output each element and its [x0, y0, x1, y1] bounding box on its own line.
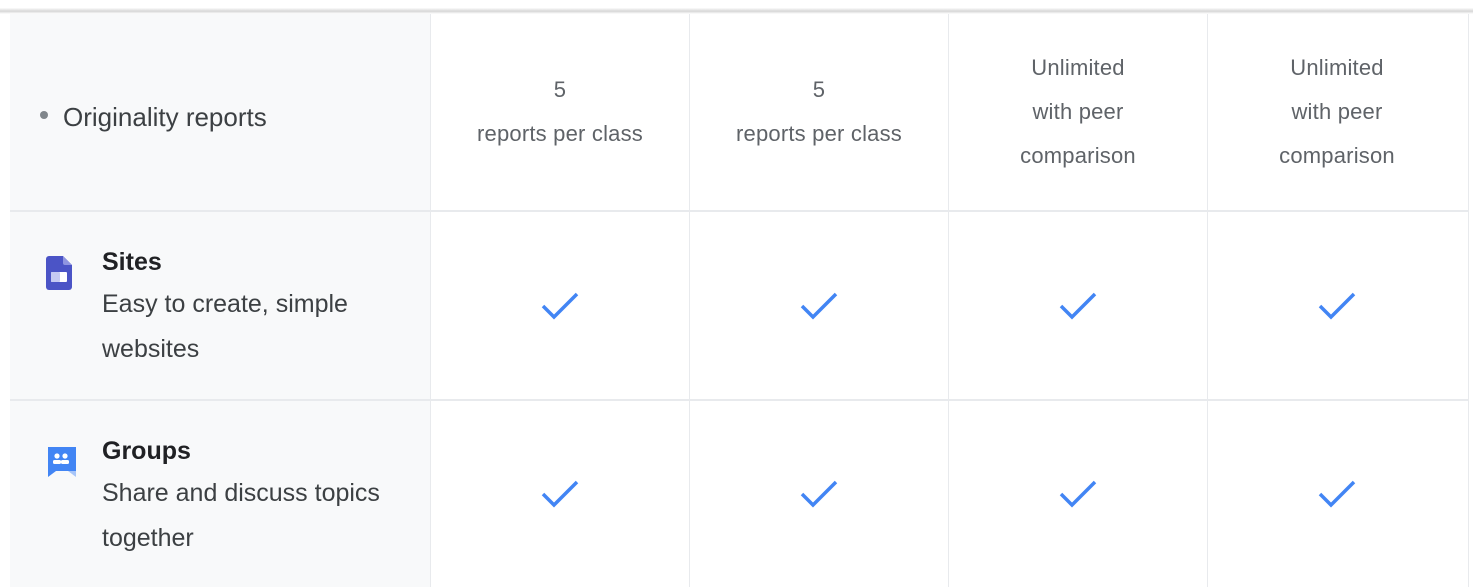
- header-shadow: [0, 0, 1473, 14]
- metric-line: comparison: [1279, 143, 1395, 168]
- row-label-cell: Groups Share and discuss topics together: [10, 401, 431, 587]
- check-icon: [541, 480, 579, 508]
- check-icon: [1059, 292, 1097, 319]
- plan-3-sites-check: [949, 212, 1208, 399]
- plan-1-groups-check: [431, 401, 690, 587]
- metric-count: 5: [553, 77, 567, 102]
- google-sites-icon: [46, 256, 86, 296]
- plan-3-groups-check: [949, 401, 1208, 587]
- plan-1-cell: 5 reports per class: [431, 14, 690, 210]
- metric-line: Unlimited: [1031, 55, 1125, 80]
- plan-3-originality-value: Unlimited with peer comparison: [1020, 46, 1136, 178]
- metric-line: Unlimited: [1290, 55, 1384, 80]
- table-row-sites: Sites Easy to create, simple websites: [10, 212, 1468, 401]
- sites-text: Sites Easy to create, simple websites: [102, 242, 402, 372]
- plan-4-groups-check: [1208, 401, 1466, 587]
- groups-feature: Groups Share and discuss topics together: [46, 431, 402, 561]
- metric-unit: reports per class: [476, 121, 643, 146]
- metric-line: comparison: [1020, 143, 1136, 168]
- plan-4-cell: Unlimited with peer comparison: [1208, 14, 1466, 210]
- check-icon: [1318, 292, 1356, 319]
- bullet-icon: [40, 110, 48, 119]
- row-label-cell: Originality reports: [10, 14, 431, 210]
- row-label-cell: Sites Easy to create, simple websites: [10, 212, 431, 399]
- plan-3-cell: Unlimited with peer comparison: [949, 14, 1208, 210]
- originality-reports-label: Originality reports: [40, 102, 267, 133]
- feature-description: Easy to create, simple websites: [102, 290, 348, 363]
- google-groups-icon: [46, 445, 86, 485]
- originality-reports-text: Originality reports: [63, 102, 267, 132]
- check-icon: [541, 292, 579, 319]
- feature-title: Groups: [102, 437, 191, 465]
- metric-unit: reports per class: [735, 121, 902, 146]
- table-row-groups: Groups Share and discuss topics together: [10, 401, 1468, 587]
- sites-feature: Sites Easy to create, simple websites: [46, 242, 402, 372]
- plan-1-originality-value: 5 reports per class: [477, 68, 643, 156]
- metric-line: with peer: [1291, 99, 1383, 124]
- feature-description: Share and discuss topics together: [102, 479, 380, 552]
- table-row-originality-reports: Originality reports 5 reports per class …: [10, 14, 1468, 212]
- groups-text: Groups Share and discuss topics together: [102, 431, 402, 561]
- plan-2-sites-check: [690, 212, 949, 399]
- plan-4-originality-value: Unlimited with peer comparison: [1279, 46, 1395, 178]
- check-icon: [1318, 480, 1356, 508]
- check-icon: [1059, 480, 1097, 508]
- plan-1-sites-check: [431, 212, 690, 399]
- plan-2-groups-check: [690, 401, 949, 587]
- feature-comparison-page: Originality reports 5 reports per class …: [0, 0, 1473, 587]
- plan-2-originality-value: 5 reports per class: [736, 68, 902, 156]
- plan-4-sites-check: [1208, 212, 1466, 399]
- metric-count: 5: [812, 77, 826, 102]
- comparison-table: Originality reports 5 reports per class …: [10, 14, 1469, 587]
- check-icon: [800, 480, 838, 508]
- plan-2-cell: 5 reports per class: [690, 14, 949, 210]
- feature-title: Sites: [102, 248, 162, 276]
- metric-line: with peer: [1032, 99, 1124, 124]
- check-icon: [800, 292, 838, 319]
